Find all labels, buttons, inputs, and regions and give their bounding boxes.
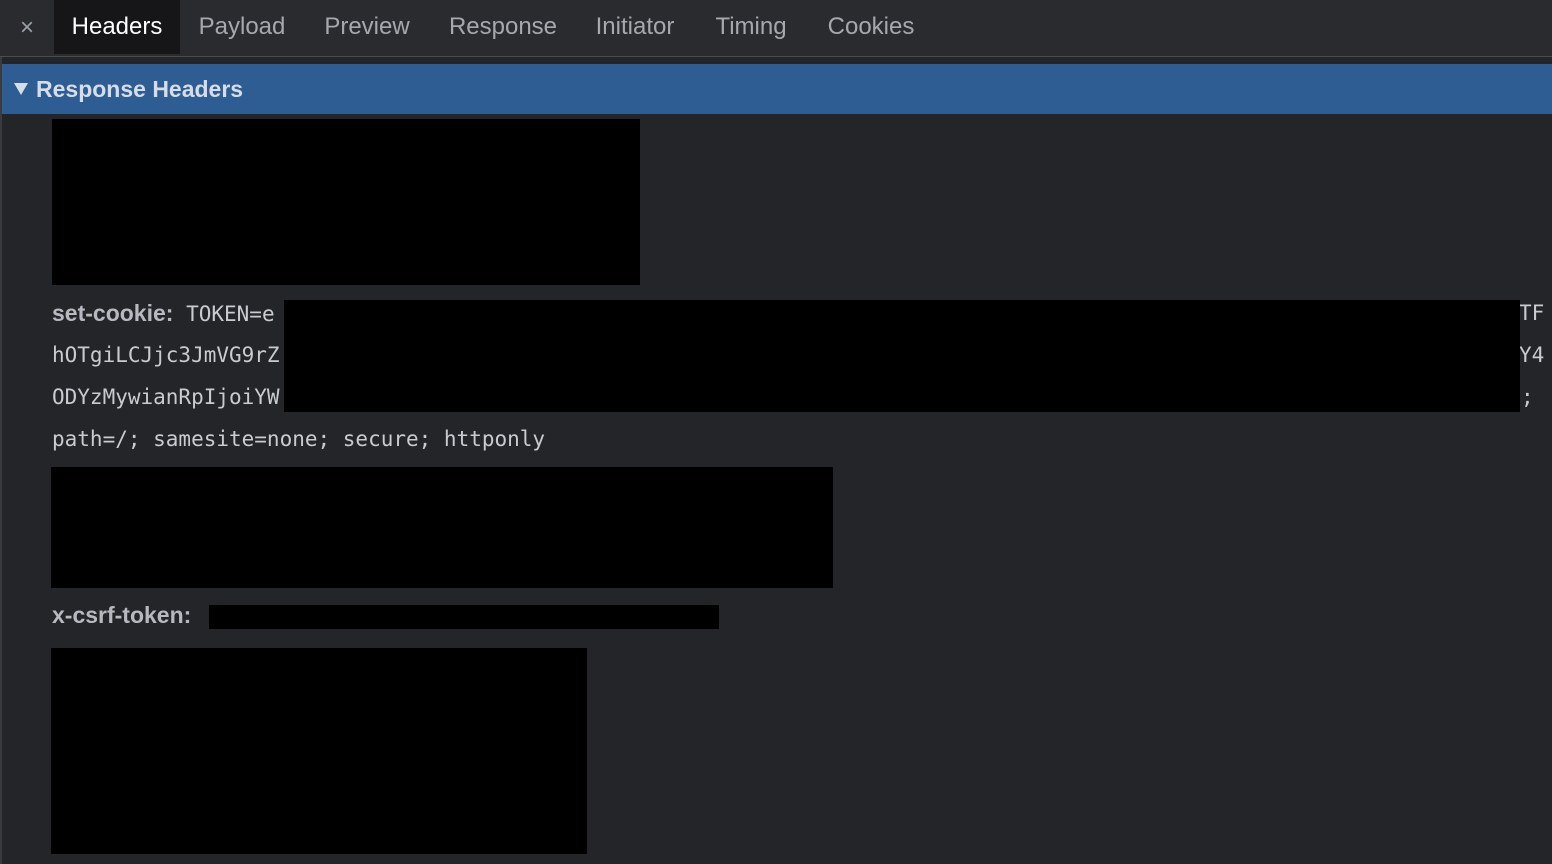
tab-bar: × Headers Payload Preview Response Initi…: [0, 0, 1552, 57]
tab-payload[interactable]: Payload: [186, 0, 298, 54]
response-headers-section-toggle[interactable]: Response Headers: [2, 64, 1552, 114]
x-csrf-token-line: x-csrf-token:: [52, 600, 191, 630]
tab-preview[interactable]: Preview: [312, 0, 422, 54]
panel-left-border: [0, 0, 2, 864]
set-cookie-line-2: hOTgiLCJjc3JmVG9rZ: [52, 343, 280, 367]
set-cookie-value-start: TOKEN=e: [186, 302, 275, 326]
tab-response[interactable]: Response: [436, 0, 570, 54]
close-icon[interactable]: ×: [0, 0, 54, 56]
set-cookie-line-1-end: TF: [1519, 301, 1545, 325]
set-cookie-line-4: path=/; samesite=none; secure; httponly: [52, 427, 546, 451]
redacted-cookie-value: [284, 300, 1520, 412]
tab-timing[interactable]: Timing: [702, 0, 800, 54]
x-csrf-token-header-name: x-csrf-token:: [52, 602, 192, 628]
set-cookie-line-2-end: Y4: [1519, 343, 1545, 367]
tab-cookies[interactable]: Cookies: [814, 0, 928, 54]
tab-initiator[interactable]: Initiator: [582, 0, 688, 54]
tab-headers[interactable]: Headers: [54, 0, 180, 54]
set-cookie-line-1: set-cookie: TOKEN=e: [52, 298, 275, 328]
redacted-csrf-value: [209, 605, 719, 629]
redacted-block: [52, 119, 640, 285]
set-cookie-header-name: set-cookie:: [52, 300, 174, 326]
section-title: Response Headers: [36, 75, 244, 102]
set-cookie-line-3: ODYzMywianRpIjoiYW: [52, 385, 280, 409]
redacted-block: [51, 467, 833, 588]
triangle-down-icon: [14, 83, 28, 95]
set-cookie-line-3-end: ;: [1521, 385, 1534, 409]
redacted-block: [51, 648, 587, 854]
